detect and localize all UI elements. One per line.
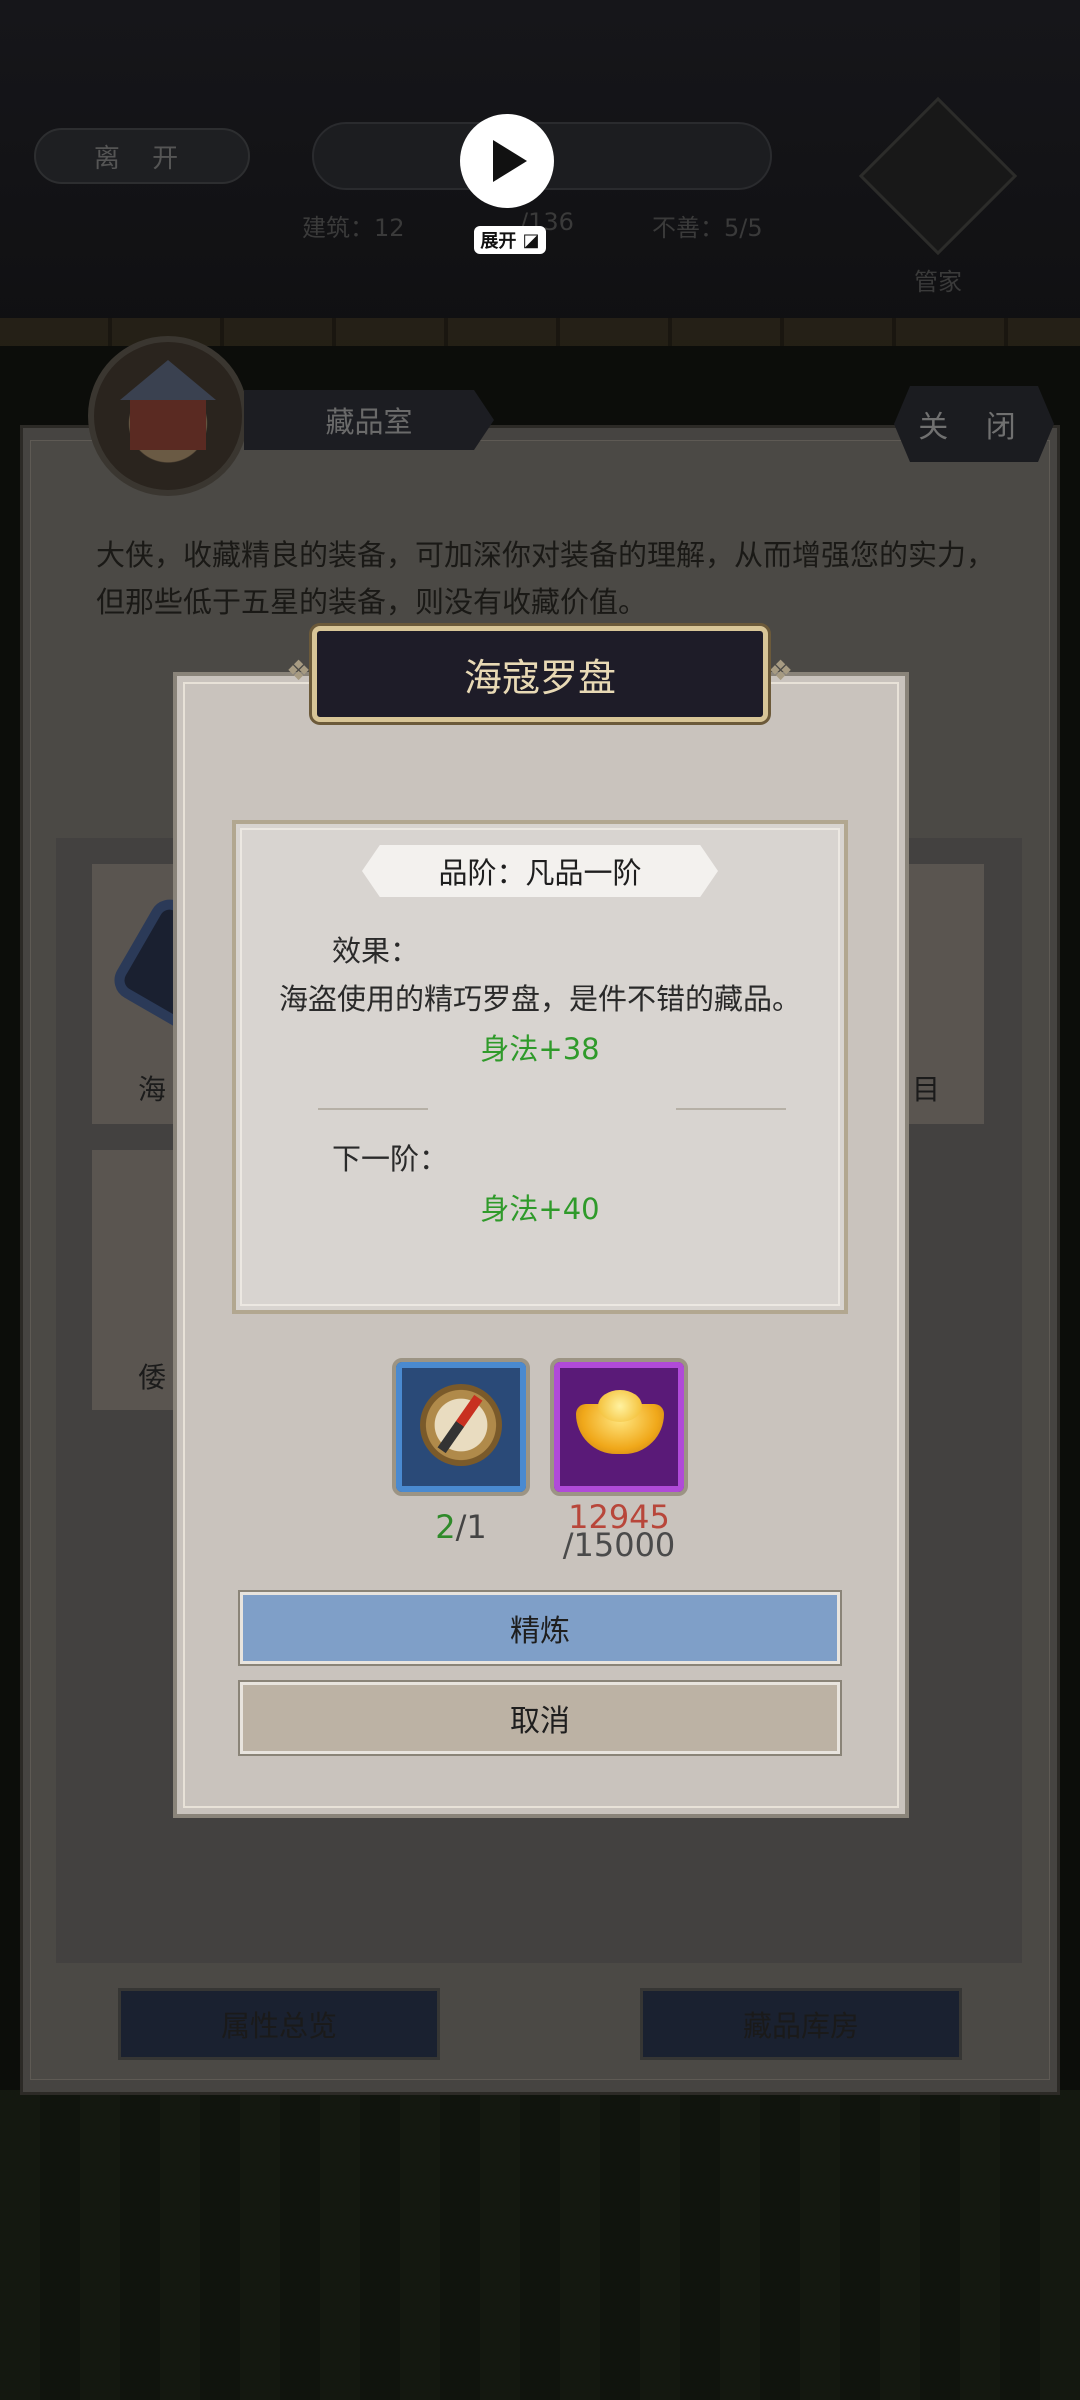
collection-storage-button[interactable]: 藏品库房: [640, 1988, 962, 2060]
stat-buildings: 建筑：12: [302, 214, 405, 242]
effect-description: 海盗使用的精巧罗盘，是件不错的藏品。: [278, 982, 801, 1016]
close-button[interactable]: 关 闭: [894, 386, 1054, 462]
material-count-compass: 2/1: [392, 1508, 530, 1546]
ground-background: [0, 2090, 1080, 2400]
attribute-overview-button[interactable]: 属性总览: [118, 1988, 440, 2060]
manager-label: 管家: [914, 268, 962, 296]
collection-card-label: 海: [138, 1073, 167, 1106]
panel-description: 大侠，收藏精良的装备，可加深你对装备的理解，从而增强您的实力，但那些低于五星的装…: [96, 538, 996, 619]
title-flourish-right-icon: ❖: [768, 654, 794, 687]
divider-right: [676, 1108, 786, 1110]
collection-card-label: 目: [912, 1073, 941, 1106]
dialog-title: 海寇罗盘: [312, 626, 768, 722]
title-flourish-left-icon: ❖: [286, 654, 312, 687]
leave-button[interactable]: 离 开: [34, 128, 250, 184]
material-need: /1: [455, 1508, 487, 1546]
effect-label: 效果：: [332, 934, 420, 968]
material-have: 2: [435, 1508, 456, 1546]
expand-label: 展开: [480, 231, 517, 252]
gold-ingot-top: [598, 1390, 642, 1422]
collection-card[interactable]: [92, 1150, 182, 1410]
divider-left: [318, 1108, 428, 1110]
tier-banner: 品阶：凡品一阶: [362, 845, 718, 897]
collection-card-label: 倭: [138, 1361, 167, 1394]
next-bonus: 身法+40: [480, 1192, 600, 1226]
play-icon: [493, 140, 527, 182]
current-bonus: 身法+38: [480, 1032, 600, 1066]
cancel-button[interactable]: 取消: [238, 1680, 842, 1756]
stat-unrest: 不善：5/5: [652, 214, 763, 242]
refine-button[interactable]: 精炼: [238, 1590, 842, 1666]
material-need-gold: /15000: [562, 1526, 676, 1564]
room-name-tab: 藏品室: [244, 390, 494, 450]
expand-icon: ◪: [522, 229, 540, 251]
expand-button[interactable]: 展开 ◪: [474, 226, 546, 254]
next-tier-label: 下一阶：: [332, 1142, 449, 1176]
building-body-icon: [130, 400, 206, 450]
